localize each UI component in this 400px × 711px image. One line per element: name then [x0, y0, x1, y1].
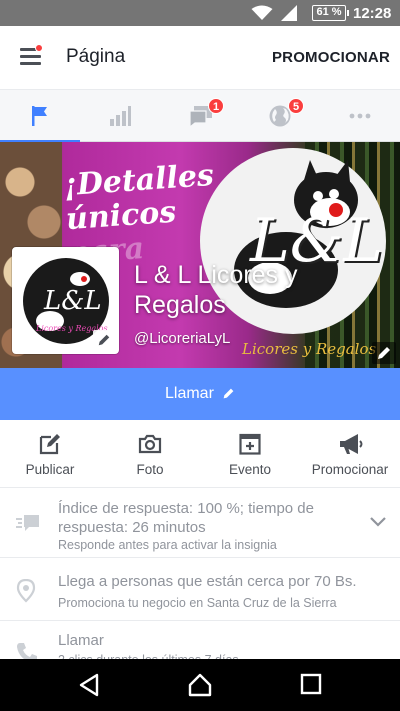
recent-apps-icon[interactable] — [300, 673, 322, 695]
battery-indicator: 61 % — [312, 5, 349, 21]
profile-logo-text: L&L — [43, 286, 102, 316]
chevron-down-icon[interactable] — [370, 517, 386, 527]
back-icon[interactable] — [78, 673, 100, 697]
status-bar: 61 % 12:28 — [0, 0, 400, 26]
pencil-icon — [98, 334, 110, 346]
home-icon[interactable] — [188, 673, 212, 697]
pencil-icon — [378, 347, 390, 359]
promote-local-subtext: Promociona tu negocio en Santa Cruz de l… — [58, 596, 337, 610]
promote-action-label: Promocionar — [311, 462, 389, 477]
page-tabs: 1 5 — [0, 90, 400, 143]
page-name: L & L Licores y Regalos — [134, 261, 298, 319]
tab-insights[interactable] — [80, 90, 160, 142]
megaphone-icon — [340, 434, 363, 454]
promote-action-button[interactable]: Promocionar — [300, 420, 400, 488]
page-title: Página — [66, 46, 126, 67]
response-rate-subtext: Responde antes para activar la insignia — [58, 538, 277, 552]
pencil-icon — [223, 388, 234, 399]
clock: 12:28 — [353, 5, 392, 22]
page-actions: Publicar Foto Evento Promocionar — [0, 420, 400, 488]
compose-icon — [39, 434, 60, 455]
promote-local-text: Llega a personas que están cerca por 70 … — [58, 573, 357, 590]
call-clicks-title: Llamar — [58, 632, 104, 649]
insights-icon — [110, 106, 131, 126]
cta-label: Llamar — [165, 385, 214, 402]
edit-profile-picture-button[interactable] — [93, 330, 115, 350]
menu-button[interactable] — [20, 44, 43, 68]
cell-signal-icon — [281, 5, 297, 21]
tab-more[interactable] — [320, 90, 400, 142]
edit-cover-button[interactable] — [372, 342, 396, 364]
flag-icon — [32, 106, 47, 126]
event-button[interactable]: Evento — [200, 420, 300, 488]
profile-picture[interactable]: L&L Licores y Regalos — [12, 247, 119, 354]
tab-messages[interactable]: 1 — [160, 90, 240, 142]
camera-icon — [138, 434, 162, 454]
publish-label: Publicar — [25, 462, 75, 477]
call-to-action-button[interactable]: Llamar — [0, 368, 400, 420]
wifi-icon — [251, 5, 273, 20]
response-rate-text: Índice de respuesta: 100 %; tiempo de re… — [58, 500, 314, 536]
page-username[interactable]: @LicoreriaLyL — [134, 330, 230, 347]
promote-button[interactable]: PROMOCIONAR — [272, 49, 390, 66]
event-label: Evento — [228, 462, 272, 477]
notifications-badge: 5 — [288, 98, 304, 114]
cover-logo-tagline: Licores y Regalos — [242, 340, 377, 358]
location-pin-icon — [16, 579, 36, 603]
app-bar: Página PROMOCIONAR — [0, 26, 400, 90]
photo-button[interactable]: Foto — [100, 420, 200, 488]
calendar-add-icon — [239, 433, 261, 455]
system-navigation-bar — [0, 659, 400, 711]
tab-notifications[interactable]: 5 — [240, 90, 320, 142]
publish-button[interactable]: Publicar — [0, 420, 100, 488]
promote-local-row[interactable]: Llega a personas que están cerca por 70 … — [0, 559, 400, 621]
tab-page[interactable] — [0, 90, 80, 143]
messages-badge: 1 — [208, 98, 224, 114]
response-rate-row[interactable]: Índice de respuesta: 100 %; tiempo de re… — [0, 489, 400, 558]
more-icon — [349, 113, 371, 119]
response-time-icon — [16, 515, 39, 531]
notification-dot — [35, 44, 43, 52]
photo-label: Foto — [136, 462, 164, 477]
